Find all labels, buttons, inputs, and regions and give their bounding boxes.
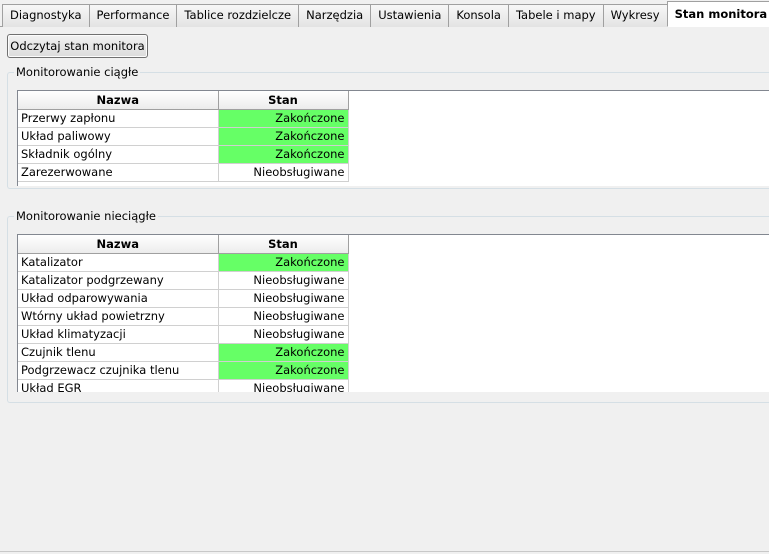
- row-status-cell: Nieobsługiwane: [218, 379, 349, 392]
- row-name-cell: Wtórny układ powietrzny: [18, 307, 219, 326]
- tab-bar: Diagnostyka Performance Tablice rozdziel…: [0, 0, 769, 27]
- row-name-cell: Przerwy zapłonu: [18, 109, 219, 128]
- tab-tablice-rozdzielcze[interactable]: Tablice rozdzielcze: [176, 4, 300, 27]
- table-row[interactable]: Układ paliwowy Zakończone: [18, 127, 349, 146]
- row-name-cell: Układ odparowywania: [18, 289, 219, 308]
- tab-wykresy[interactable]: Wykresy: [602, 4, 668, 27]
- table-row[interactable]: Układ odparowywania Nieobsługiwane: [18, 289, 349, 308]
- row-status-cell: Zakończone: [218, 109, 349, 128]
- table-row[interactable]: Układ klimatyzacji Nieobsługiwane: [18, 325, 349, 344]
- noncontinuous-monitoring-group: Monitorowanie nieciągłe Nazwa Stan Katal…: [7, 209, 769, 403]
- table-row[interactable]: Układ EGR Nieobsługiwane: [18, 379, 349, 392]
- table-row[interactable]: Zarezerwowane Nieobsługiwane: [18, 163, 349, 182]
- row-status-cell: Zakończone: [218, 127, 349, 146]
- tab-performance[interactable]: Performance: [88, 4, 178, 27]
- table-row[interactable]: Podgrzewacz czujnika tlenu Zakończone: [18, 361, 349, 380]
- row-status-cell: Zakończone: [218, 145, 349, 164]
- table-row[interactable]: Katalizator Zakończone: [18, 253, 349, 272]
- column-header-status[interactable]: Stan: [218, 91, 349, 110]
- continuous-monitoring-title: Monitorowanie ciągłe: [14, 65, 141, 79]
- row-name-cell: Składnik ogólny: [18, 145, 219, 164]
- row-status-cell: Zakończone: [218, 343, 349, 362]
- row-name-cell: Układ paliwowy: [18, 127, 219, 146]
- row-name-cell: Układ EGR: [18, 379, 219, 392]
- row-status-cell: Nieobsługiwane: [218, 307, 349, 326]
- tab-ustawienia[interactable]: Ustawienia: [370, 4, 450, 27]
- tab-konsola[interactable]: Konsola: [448, 4, 509, 27]
- tab-stan-monitora[interactable]: Stan monitora: [666, 1, 769, 27]
- table-row[interactable]: Składnik ogólny Zakończone: [18, 145, 349, 164]
- row-status-cell: Zakończone: [218, 253, 349, 272]
- row-status-cell: Nieobsługiwane: [218, 271, 349, 290]
- read-monitor-status-button[interactable]: Odczytaj stan monitora: [7, 34, 148, 58]
- table-header-row: Nazwa Stan: [18, 235, 349, 254]
- row-name-cell: Zarezerwowane: [18, 163, 219, 182]
- tab-tabele-i-mapy[interactable]: Tabele i mapy: [507, 4, 604, 27]
- bottom-divider: [0, 551, 769, 552]
- continuous-monitoring-table: Nazwa Stan Przerwy zapłonu Zakończone Ukła…: [17, 90, 769, 186]
- row-name-cell: Układ klimatyzacji: [18, 325, 219, 344]
- row-name-cell: Katalizator: [18, 253, 219, 272]
- row-status-cell: Zakończone: [218, 361, 349, 380]
- noncontinuous-monitoring-table: Nazwa Stan Katalizator Zakończone Kataliza…: [17, 234, 769, 392]
- table-header-row: Nazwa Stan: [18, 91, 349, 110]
- row-name-cell: Podgrzewacz czujnika tlenu: [18, 361, 219, 380]
- column-header-name[interactable]: Nazwa: [18, 91, 219, 110]
- continuous-monitoring-group: Monitorowanie ciągłe Nazwa Stan Przerwy …: [7, 65, 769, 189]
- column-header-status[interactable]: Stan: [218, 235, 349, 254]
- row-name-cell: Czujnik tlenu: [18, 343, 219, 362]
- row-status-cell: Nieobsługiwane: [218, 325, 349, 344]
- row-name-cell: Katalizator podgrzewany: [18, 271, 219, 290]
- tab-narzedzia[interactable]: Narzędzia: [298, 4, 372, 27]
- row-status-cell: Nieobsługiwane: [218, 163, 349, 182]
- row-status-cell: Nieobsługiwane: [218, 289, 349, 308]
- column-header-name[interactable]: Nazwa: [18, 235, 219, 254]
- table-row[interactable]: Katalizator podgrzewany Nieobsługiwane: [18, 271, 349, 290]
- noncontinuous-monitoring-title: Monitorowanie nieciągłe: [14, 209, 158, 223]
- tab-diagnostyka[interactable]: Diagnostyka: [2, 4, 90, 27]
- table-row[interactable]: Czujnik tlenu Zakończone: [18, 343, 349, 362]
- table-row[interactable]: Przerwy zapłonu Zakończone: [18, 109, 349, 128]
- table-row[interactable]: Wtórny układ powietrzny Nieobsługiwane: [18, 307, 349, 326]
